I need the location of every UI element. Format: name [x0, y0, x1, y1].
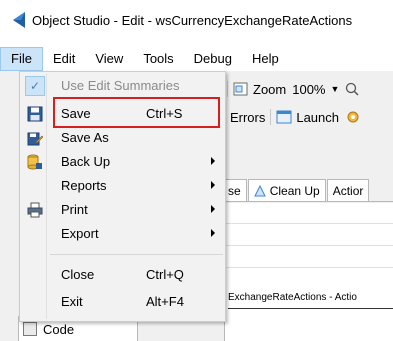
- zoom-value: 100%: [292, 81, 326, 97]
- menu-item-label: Reports: [61, 178, 107, 193]
- save-icon: [25, 104, 45, 124]
- menu-item-use-edit-summaries[interactable]: ✓ Use Edit Summaries: [22, 74, 223, 98]
- clean-up-icon: [253, 184, 266, 196]
- check-icon: ✓: [25, 76, 45, 96]
- menu-item-exit[interactable]: Exit Alt+F4: [22, 290, 223, 314]
- zoom-label: Zoom: [253, 81, 287, 97]
- menu-file[interactable]: File: [0, 47, 43, 71]
- menu-item-shortcut: Ctrl+Q: [146, 267, 184, 282]
- launch-button[interactable]: Launch: [276, 109, 339, 125]
- backup-icon: [25, 152, 45, 172]
- menu-view[interactable]: View: [85, 47, 133, 71]
- menu-item-save-as[interactable]: Save As: [22, 126, 223, 150]
- menu-item-label: Exit: [61, 294, 83, 309]
- zoom-icon: [233, 82, 248, 96]
- caption-underline: [228, 308, 393, 309]
- save-highlight-box: [53, 97, 220, 128]
- page-tabs: se Clean Up Actior: [222, 178, 393, 202]
- menu-item-label: Save As: [61, 130, 109, 145]
- tools-icon[interactable]: [345, 109, 361, 125]
- toolbar-separator: [270, 109, 272, 125]
- process-canvas[interactable]: [224, 203, 393, 341]
- title-bar: Object Studio - Edit - wsCurrencyExchang…: [0, 0, 393, 40]
- app-logo-icon: [13, 12, 25, 28]
- toolbar-row-1: Zoom 100% ▼: [222, 76, 393, 102]
- save-as-icon: [25, 128, 45, 148]
- menu-item-close[interactable]: Close Ctrl+Q: [22, 263, 223, 287]
- menu-edit[interactable]: Edit: [43, 47, 85, 71]
- menu-item-label: Back Up: [61, 154, 111, 169]
- menu-item-reports[interactable]: Reports: [22, 174, 223, 198]
- canvas-caption: ExchangeRateActions - Actio: [228, 292, 357, 303]
- submenu-arrow-icon: [211, 157, 215, 165]
- menu-item-back-up[interactable]: Back Up: [22, 150, 223, 174]
- launch-label: Launch: [296, 109, 339, 125]
- toolbar-row-2: ) Errors Launch: [222, 104, 393, 130]
- menu-item-label: Print: [61, 202, 88, 217]
- menu-bar: File Edit View Tools Debug Help: [0, 47, 393, 71]
- menu-item-label: Export: [61, 226, 99, 241]
- launch-icon: [276, 110, 292, 124]
- menu-item-label: Close: [61, 267, 95, 282]
- menu-item-shortcut: Alt+F4: [146, 294, 184, 309]
- submenu-arrow-icon: [211, 181, 215, 189]
- menu-separator: [50, 254, 223, 255]
- zoom-in-icon[interactable]: [345, 82, 359, 96]
- menu-item-label: Use Edit Summaries: [61, 78, 180, 93]
- tab-clean-up[interactable]: Clean Up: [247, 179, 326, 201]
- tab-actions[interactable]: Actior: [326, 179, 370, 201]
- chevron-down-icon[interactable]: ▼: [330, 84, 339, 94]
- window-title: Object Studio - Edit - wsCurrencyExchang…: [32, 12, 353, 28]
- toolbar-separator: [227, 81, 228, 97]
- errors-button[interactable]: ) Errors: [222, 110, 265, 125]
- menu-debug[interactable]: Debug: [184, 47, 242, 71]
- code-icon: [23, 322, 37, 336]
- menu-help[interactable]: Help: [242, 47, 289, 71]
- menu-item-print[interactable]: Print: [22, 198, 223, 222]
- print-icon: [25, 200, 45, 220]
- menu-item-export[interactable]: Export: [22, 222, 223, 246]
- submenu-arrow-icon: [211, 229, 215, 237]
- code-label: Code: [43, 321, 75, 337]
- submenu-arrow-icon: [211, 205, 215, 213]
- tab-clean-up-label: Clean Up: [269, 183, 320, 198]
- grid-line: [225, 223, 393, 224]
- grid-line: [225, 245, 393, 246]
- menu-tools[interactable]: Tools: [133, 47, 183, 71]
- grid-line: [225, 267, 393, 268]
- zoom-control[interactable]: Zoom 100% ▼: [233, 81, 339, 97]
